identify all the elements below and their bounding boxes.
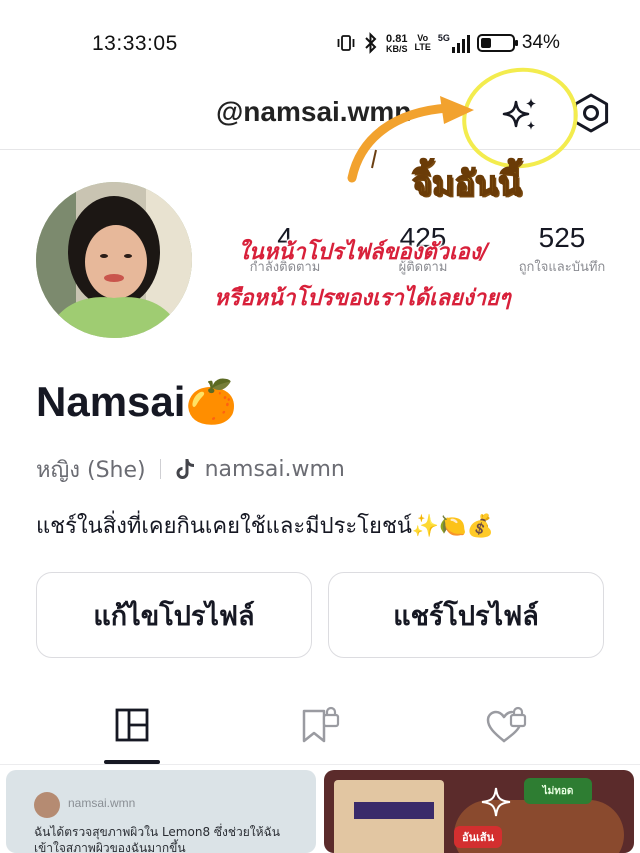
stat-value: 525 [538, 222, 586, 253]
profile-meta-row: หญิง (She) namsai.wmn [36, 452, 345, 486]
network-type: 5G [437, 33, 450, 43]
pronoun-label: หญิง (She) [36, 457, 146, 483]
annotation-tap-text: จิ้มอันนี้ [411, 163, 522, 205]
header-username: @namsai.wmn [216, 96, 412, 127]
edit-profile-button[interactable]: แก้ไขโปรไฟล์ [36, 572, 312, 658]
post-author: namsai.wmn [68, 796, 136, 810]
stat-label: ถูกใจและบันทึก [518, 260, 606, 275]
grid-layout-icon [115, 708, 149, 742]
post-author-avatar [34, 792, 60, 818]
profile-header: @namsai.wmn [0, 80, 640, 150]
settings-button[interactable] [568, 90, 614, 136]
avatar-photo [36, 182, 192, 338]
signal-5g-icon: 5G [438, 33, 470, 53]
profile-tabs [0, 690, 640, 765]
battery-icon [476, 34, 518, 52]
bookmark-lock-icon [302, 706, 340, 743]
sparkle-sticker-icon [481, 787, 511, 817]
sparkle-icon [502, 98, 536, 130]
annotation-caption-line2: หรือหน้าโปรของเราได้เลยง่ายๆ [214, 286, 511, 311]
volte-icon: Vo LTE [415, 34, 431, 52]
profile-bio: แชร์ในสิ่งที่เคยกินเคยใช้และมีประโยชน์✨🍋… [36, 514, 495, 539]
avatar[interactable] [36, 182, 192, 338]
annotation-caption-line1: ในหน้าโปรไฟล์ของตัวเอง/ [238, 240, 489, 265]
post-text: ฉันได้ตรวจสุขภาพผิวใน Lemon8 ซึ่งช่วยให้… [34, 825, 280, 853]
tab-liked[interactable] [476, 702, 536, 748]
tabs-divider [0, 764, 640, 765]
sparkle-button[interactable] [496, 90, 546, 140]
net-speed-icon: 0.81 KB/S [386, 33, 408, 54]
battery-percent: 34% [521, 32, 560, 53]
battery-fill [480, 38, 491, 48]
display-name: Namsai🍊 [36, 378, 238, 425]
heart-lock-icon [486, 706, 527, 743]
product-package-image [334, 780, 444, 853]
tab-posts[interactable] [102, 702, 162, 748]
tiktok-handle[interactable]: namsai.wmn [205, 457, 345, 482]
status-bar: 13:33:05 0.81 KB/S Vo LTE 5G 34% [0, 0, 640, 80]
stat-likes-saves[interactable]: 525 ถูกใจและบันทึก [502, 222, 622, 277]
vibrate-icon [337, 35, 355, 51]
volte-bottom: LTE [414, 42, 431, 52]
post-card[interactable]: ไม่ทอด อันเส้น [324, 770, 634, 853]
tab-saved[interactable] [290, 702, 350, 748]
status-time: 13:33:05 [92, 32, 178, 55]
status-icons: 0.81 KB/S Vo LTE 5G 34% [336, 28, 560, 58]
bluetooth-icon [365, 32, 377, 54]
post-card[interactable]: namsai.wmn ฉันได้ตรวจสุขภาพผิวใน Lemon8 … [6, 770, 316, 853]
settings-gear-icon [573, 93, 609, 133]
net-speed-value: 0.81 [386, 32, 408, 45]
post-badge: ไม่ทอด [524, 778, 592, 804]
package-label [354, 802, 434, 819]
annotation-arrow-tail [371, 149, 377, 169]
tiktok-icon [176, 459, 194, 479]
net-speed-unit: KB/S [386, 43, 408, 54]
share-profile-button[interactable]: แชร์โปรไฟล์ [328, 572, 604, 658]
divider [159, 459, 161, 479]
